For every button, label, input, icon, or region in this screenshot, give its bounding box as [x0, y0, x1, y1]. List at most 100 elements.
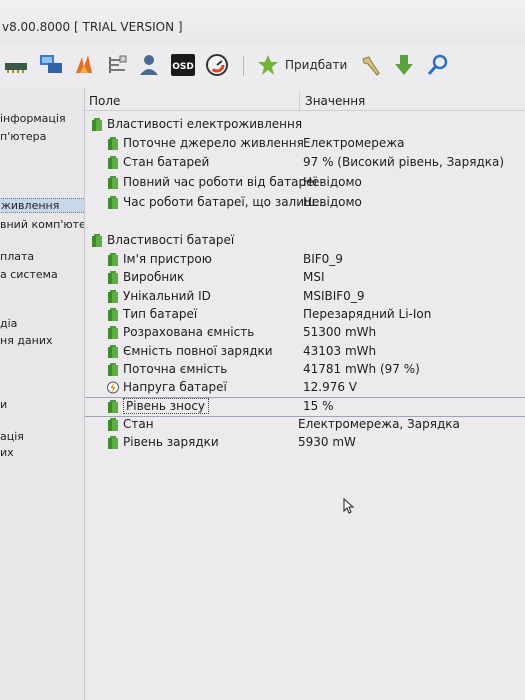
group-title: Властивості електроживлення: [107, 117, 303, 131]
table-row[interactable]: Тип батареї Перезарядний Li-Ion: [85, 306, 525, 324]
directx-icon[interactable]: [72, 52, 96, 78]
table-row-selected[interactable]: Рівень зносу 15 %: [85, 397, 525, 417]
row-value: Електромережа: [303, 136, 405, 150]
battery-icon: [108, 345, 118, 358]
row-value: 43103 mWh: [303, 344, 377, 358]
row-label: Напруга батареї: [123, 380, 227, 394]
gauge-icon[interactable]: [205, 52, 229, 78]
battery-icon: [108, 196, 118, 209]
table-row[interactable]: Стан батарей 97 % (Високий рівень, Заряд…: [85, 154, 525, 172]
sidebar-item[interactable]: а система: [0, 268, 58, 281]
column-header: Поле Значення: [85, 92, 525, 111]
table-row[interactable]: Ім'я пристрою BIF0_9: [85, 251, 525, 269]
row-label: Стан батарей: [123, 155, 210, 169]
battery-icon: [92, 234, 102, 247]
battery-icon: [108, 363, 118, 376]
sidebar-item[interactable]: их: [0, 446, 14, 459]
row-label: Поточна ємність: [123, 362, 228, 376]
sidebar-item[interactable]: п'ютера: [0, 130, 46, 143]
mouse-cursor-icon: [343, 498, 355, 514]
table-row[interactable]: Розрахована ємність 51300 mWh: [85, 324, 525, 342]
network-icon[interactable]: [38, 52, 64, 78]
table-row[interactable]: Рівень зарядки 5930 mW: [85, 434, 525, 452]
table-row[interactable]: Поточна ємність 41781 mWh (97 %): [85, 361, 525, 379]
window-title: v8.00.8000 [ TRIAL VERSION ]: [2, 20, 183, 34]
row-label: Ім'я пристрою: [123, 252, 212, 266]
table-row[interactable]: Унікальний ID MSIBIF0_9: [85, 288, 525, 306]
table-row[interactable]: Повний час роботи від батареї Невідомо: [85, 174, 525, 192]
battery-icon: [108, 436, 118, 449]
table-row[interactable]: Виробник MSI: [85, 269, 525, 287]
row-value: 12.976 V: [303, 380, 358, 394]
row-label: Тип батареї: [123, 307, 198, 321]
sidebar-item[interactable]: вний комп'юте: [0, 218, 84, 231]
table-row[interactable]: Напруга батареї 12.976 V: [85, 379, 525, 397]
row-label: Розрахована ємність: [123, 325, 255, 339]
battery-icon: [108, 253, 118, 266]
add-icon[interactable]: [256, 52, 280, 78]
group-row-power[interactable]: Властивості електроживлення: [85, 116, 525, 134]
toolbar: OSD Придбати: [0, 44, 525, 88]
row-value: MSIBIF0_9: [303, 289, 365, 303]
battery-icon: [108, 271, 118, 284]
group-row-battery[interactable]: Властивості батареї: [85, 232, 525, 250]
battery-icon: [108, 290, 118, 303]
sidebar-item[interactable]: діа: [0, 317, 17, 330]
sidebar-item[interactable]: плата: [0, 250, 34, 263]
row-label: Виробник: [123, 270, 185, 284]
table-row[interactable]: Стан Електромережа, Зарядка: [85, 416, 525, 434]
row-label: Рівень зносу: [123, 398, 210, 414]
property-list: Поле Значення Властивості електроживленн…: [85, 88, 525, 700]
row-label: Повний час роботи від батареї: [123, 175, 317, 189]
row-value: 41781 mWh (97 %): [303, 362, 420, 376]
devices-icon[interactable]: [106, 52, 130, 78]
column-separator[interactable]: [299, 92, 300, 110]
battery-icon: [108, 418, 118, 431]
toolbar-separator: [243, 56, 244, 76]
row-value: Перезарядний Li-Ion: [303, 307, 432, 321]
search-icon[interactable]: [426, 52, 450, 78]
sidebar-item[interactable]: ня даних: [0, 334, 53, 347]
row-label: Рівень зарядки: [123, 435, 219, 449]
row-label: Ємність повної зарядки: [123, 344, 273, 358]
row-value: 5930 mW: [298, 435, 356, 449]
user-icon[interactable]: [138, 52, 160, 78]
row-value: MSI: [303, 270, 325, 284]
row-value: 51300 mWh: [303, 325, 377, 339]
group-title: Властивості батареї: [107, 233, 235, 247]
row-value: Електромережа, Зарядка: [298, 417, 460, 431]
row-label: Унікальний ID: [123, 289, 211, 303]
download-arrow-icon[interactable]: [392, 52, 416, 78]
memory-icon[interactable]: [4, 52, 28, 78]
osd-label: OSD: [172, 62, 194, 72]
sidebar-item[interactable]: и: [0, 398, 7, 411]
battery-icon: [108, 326, 118, 339]
column-value[interactable]: Значення: [305, 94, 365, 108]
battery-icon: [108, 400, 118, 413]
osd-icon[interactable]: OSD: [170, 52, 196, 78]
row-label: Стан: [123, 417, 154, 431]
row-value: Невідомо: [303, 175, 362, 189]
sidebar-item[interactable]: інформація: [0, 112, 66, 125]
row-label: Час роботи батареї, що залиш...: [123, 195, 327, 209]
battery-icon: [108, 176, 118, 189]
tools-icon[interactable]: [359, 52, 383, 78]
row-value: 15 %: [303, 399, 334, 413]
table-row[interactable]: Час роботи батареї, що залиш... Невідомо: [85, 194, 525, 212]
table-row[interactable]: Ємність повної зарядки 43103 mWh: [85, 343, 525, 361]
table-row[interactable]: Поточне джерело живлення Електромережа: [85, 135, 525, 153]
sidebar-tree: інформація п'ютера живлення вний комп'ют…: [0, 88, 85, 700]
battery-icon: [108, 156, 118, 169]
battery-icon: [108, 137, 118, 150]
battery-icon: [108, 308, 118, 321]
sidebar-item-power[interactable]: живлення: [0, 198, 84, 213]
voltage-icon: [107, 381, 119, 394]
title-bar: v8.00.8000 [ TRIAL VERSION ]: [0, 0, 525, 44]
add-button[interactable]: Придбати: [285, 58, 347, 72]
row-label: Поточне джерело живлення: [123, 136, 304, 150]
battery-icon: [92, 118, 102, 131]
column-field[interactable]: Поле: [89, 94, 120, 108]
row-value: Невідомо: [303, 195, 362, 209]
sidebar-item[interactable]: ація: [0, 430, 24, 443]
row-value: BIF0_9: [303, 252, 343, 266]
